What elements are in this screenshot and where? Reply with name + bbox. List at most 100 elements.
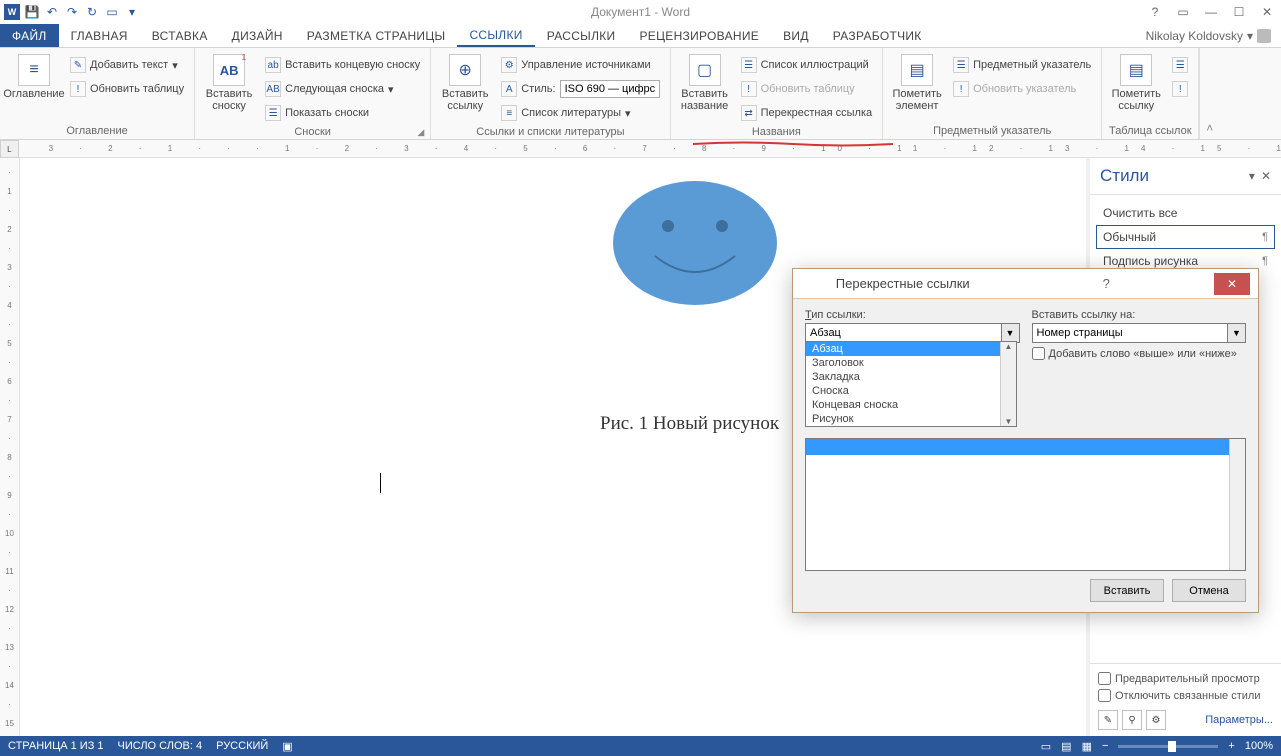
endnote-icon: ab xyxy=(265,57,281,73)
toc-button[interactable]: ≡ Оглавление xyxy=(6,50,62,100)
for-which-listbox[interactable] xyxy=(805,438,1246,571)
style-clear-all[interactable]: Очистить все xyxy=(1096,201,1275,225)
tab-layout[interactable]: РАЗМЕТКА СТРАНИЦЫ xyxy=(295,24,458,47)
tab-view[interactable]: ВИД xyxy=(771,24,821,47)
styles-list: Очистить все Обычный¶ Подпись рисунка¶ xyxy=(1090,195,1281,279)
tab-file[interactable]: ФАЙЛ xyxy=(0,24,59,47)
dropdown-option[interactable]: Закладка xyxy=(806,370,1016,384)
redo-icon[interactable]: ↷ xyxy=(64,4,80,20)
insert-caption-button[interactable]: ▢ Вставить название xyxy=(677,50,733,112)
word-icon: W xyxy=(4,4,20,20)
group-label-toa: Таблица ссылок xyxy=(1108,123,1192,139)
repeat-icon[interactable]: ↻ xyxy=(84,4,100,20)
touch-icon[interactable]: ▭ xyxy=(104,4,120,20)
mark-citation-button[interactable]: ▤ Пометить ссылку xyxy=(1108,50,1164,112)
update-figures-button[interactable]: !Обновить таблицу xyxy=(737,78,877,100)
citation-style[interactable]: A Стиль: xyxy=(497,78,663,100)
bibliography-button[interactable]: ≡Список литературы▾ xyxy=(497,102,663,124)
zoom-slider[interactable] xyxy=(1118,745,1218,748)
dropdown-option[interactable]: Заголовок xyxy=(806,356,1016,370)
read-mode-icon[interactable]: ▭ xyxy=(1041,740,1051,753)
title-bar: W 💾 ↶ ↷ ↻ ▭ ▾ Документ1 - Word ? ▭ — ☐ ✕ xyxy=(0,0,1281,24)
annotation-stroke xyxy=(693,136,893,142)
zoom-in-icon[interactable]: + xyxy=(1228,740,1234,752)
footnotes-launcher-icon[interactable]: ◢ xyxy=(417,127,424,138)
print-layout-icon[interactable]: ▤ xyxy=(1061,740,1071,753)
tab-home[interactable]: ГЛАВНАЯ xyxy=(59,24,140,47)
insert-toa-button[interactable]: ☰ xyxy=(1168,54,1192,76)
styles-pane-title: Стили xyxy=(1100,166,1249,186)
qat-dropdown-icon[interactable]: ▾ xyxy=(124,4,140,20)
page-indicator[interactable]: СТРАНИЦА 1 ИЗ 1 xyxy=(8,740,104,752)
table-of-figures-button[interactable]: ☰Список иллюстраций xyxy=(737,54,877,76)
ribbon-collapse-icon[interactable]: ˄ xyxy=(1199,48,1219,139)
web-layout-icon[interactable]: ▦ xyxy=(1082,740,1092,753)
smiley-shape[interactable] xyxy=(610,178,780,308)
dialog-help-icon[interactable]: ? xyxy=(1005,276,1209,291)
styles-options-link[interactable]: Параметры... xyxy=(1205,714,1273,726)
ruler-horizontal[interactable]: 3 · 2 · 1 · · · 1 · 2 · 3 · 4 · 5 · 6 · … xyxy=(19,140,1281,158)
save-icon[interactable]: 💾 xyxy=(24,4,40,20)
dropdown-scrollbar[interactable] xyxy=(1000,342,1016,426)
insert-button[interactable]: Вставить xyxy=(1090,579,1164,602)
cross-reference-button[interactable]: ⇄Перекрестная ссылка xyxy=(737,102,877,124)
close-icon[interactable]: ✕ xyxy=(1257,5,1277,19)
style-item[interactable]: Обычный¶ xyxy=(1096,225,1275,249)
above-below-checkbox[interactable]: Добавить слово «выше» или «ниже» xyxy=(1032,343,1247,364)
update-index-button[interactable]: !Обновить указатель xyxy=(949,78,1095,100)
new-style-icon[interactable]: ✎ xyxy=(1098,710,1118,730)
update-toc-button[interactable]: !Обновить таблицу xyxy=(66,78,188,100)
tab-mailings[interactable]: РАССЫЛКИ xyxy=(535,24,628,47)
insert-reference-to-combo[interactable] xyxy=(1032,323,1229,343)
zoom-level[interactable]: 100% xyxy=(1245,740,1273,752)
dropdown-option[interactable]: Рисунок xyxy=(806,412,1016,426)
ruler-vertical[interactable]: ·1·2·3·4·5·6·7·8·9·10·11·12·13·14·15 xyxy=(0,158,20,736)
help-icon[interactable]: ? xyxy=(1145,5,1165,19)
dropdown-option[interactable]: Концевая сноска xyxy=(806,398,1016,412)
insert-endnote-button[interactable]: abВставить концевую сноску xyxy=(261,54,424,76)
figure-caption[interactable]: Рис. 1 Новый рисунок xyxy=(600,413,779,435)
style-inspector-icon[interactable]: ⚲ xyxy=(1122,710,1142,730)
manage-styles-icon[interactable]: ⚙ xyxy=(1146,710,1166,730)
ribbon-display-icon[interactable]: ▭ xyxy=(1173,5,1193,19)
citation-style-input[interactable] xyxy=(560,80,660,98)
word-count[interactable]: ЧИСЛО СЛОВ: 4 xyxy=(118,740,203,752)
dropdown-option[interactable]: Сноска xyxy=(806,384,1016,398)
undo-icon[interactable]: ↶ xyxy=(44,4,60,20)
dialog-close-button[interactable]: ✕ xyxy=(1214,273,1250,295)
maximize-icon[interactable]: ☐ xyxy=(1229,5,1249,19)
pane-options-icon[interactable]: ▾ xyxy=(1249,169,1255,183)
cancel-button[interactable]: Отмена xyxy=(1172,579,1246,602)
add-text-button[interactable]: ✎Добавить текст▾ xyxy=(66,54,188,76)
tab-design[interactable]: ДИЗАЙН xyxy=(220,24,295,47)
user-account[interactable]: Nikolay Koldovsky ▾ xyxy=(1136,24,1281,47)
group-label-citations: Ссылки и списки литературы xyxy=(437,124,663,140)
reference-type-combo[interactable] xyxy=(805,323,1002,343)
dropdown-option[interactable]: Абзац xyxy=(806,342,1016,356)
update-toa-button[interactable]: ! xyxy=(1168,78,1192,100)
mark-entry-button[interactable]: ▤ Пометить элемент xyxy=(889,50,945,112)
tab-references[interactable]: ССЫЛКИ xyxy=(457,24,534,47)
crossref-icon: ⇄ xyxy=(741,105,757,121)
tab-developer[interactable]: РАЗРАБОТЧИК xyxy=(821,24,934,47)
document-title: Документ1 - Word xyxy=(591,5,690,19)
zoom-out-icon[interactable]: − xyxy=(1102,740,1108,752)
insert-reference-dropdown-button[interactable]: ▼ xyxy=(1228,323,1246,343)
disable-linked-checkbox[interactable]: Отключить связанные стили xyxy=(1098,687,1273,704)
list-item[interactable] xyxy=(806,439,1245,455)
insert-footnote-button[interactable]: AB 1 Вставить сноску xyxy=(201,50,257,112)
preview-checkbox[interactable]: Предварительный просмотр xyxy=(1098,670,1273,687)
insert-citation-button[interactable]: ⊕ Вставить ссылку xyxy=(437,50,493,112)
manage-sources-button[interactable]: ⚙Управление источниками xyxy=(497,54,663,76)
listbox-scrollbar[interactable] xyxy=(1229,439,1245,570)
tab-review[interactable]: РЕЦЕНЗИРОВАНИЕ xyxy=(627,24,771,47)
insert-index-button[interactable]: ☰Предметный указатель xyxy=(949,54,1095,76)
macro-recording-icon[interactable]: ▣ xyxy=(282,740,292,753)
reference-type-dropdown-button[interactable]: ▼ xyxy=(1002,323,1020,343)
tab-insert[interactable]: ВСТАВКА xyxy=(140,24,220,47)
language-indicator[interactable]: РУССКИЙ xyxy=(216,740,268,752)
pane-close-icon[interactable]: ✕ xyxy=(1261,169,1271,183)
show-notes-button[interactable]: ☰Показать сноски xyxy=(261,102,424,124)
minimize-icon[interactable]: — xyxy=(1201,5,1221,19)
next-footnote-button[interactable]: ABСледующая сноска▾ xyxy=(261,78,424,100)
